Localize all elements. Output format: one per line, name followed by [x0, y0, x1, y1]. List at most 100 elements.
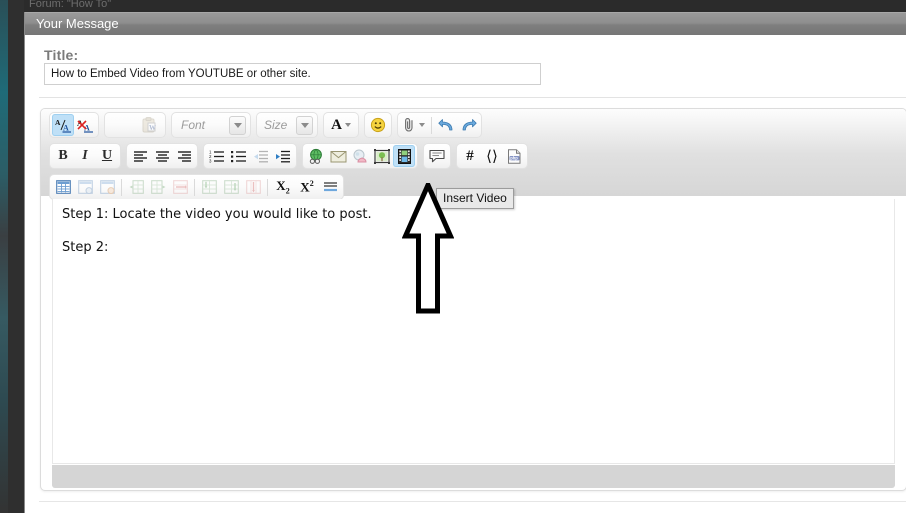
toolbar-group-insert-media — [302, 143, 418, 169]
outdent-glyph — [254, 150, 268, 162]
toolbar-group-code: # ⟨⟩ php — [456, 143, 528, 169]
remove-format-icon[interactable]: A A — [74, 114, 96, 136]
col-left-glyph — [129, 180, 144, 194]
film-strip-glyph — [397, 148, 411, 164]
title-input[interactable] — [44, 63, 541, 85]
panel-title: Your Message — [36, 16, 119, 31]
insert-link-icon[interactable] — [305, 145, 327, 167]
breadcrumb: Forum: "How To" — [29, 0, 112, 10]
superscript-icon[interactable]: X2 — [295, 176, 319, 198]
italic-icon[interactable]: I — [74, 145, 96, 167]
insert-column-right-icon[interactable] — [147, 176, 169, 198]
align-left-glyph — [133, 150, 147, 162]
globe-link-glyph — [309, 148, 322, 164]
editor-toolbar: A A A A — [41, 109, 906, 200]
toolbar-group-table: X2 X2 — [49, 174, 344, 200]
toolbar-group-lists: 123 — [203, 143, 297, 169]
size-dropdown[interactable]: Size — [259, 113, 315, 137]
font-dropdown-label: Font — [181, 118, 206, 132]
align-center-glyph — [155, 150, 169, 162]
svg-text:W: W — [149, 124, 156, 132]
toolbar-group-size: Size — [256, 112, 318, 138]
underline-icon[interactable]: U — [96, 145, 118, 167]
toolbar-group-font: Font — [171, 112, 251, 138]
svg-text:3: 3 — [209, 158, 212, 162]
table-properties-icon[interactable] — [74, 176, 96, 198]
insert-hash-icon[interactable]: # — [459, 145, 481, 167]
indent-icon[interactable] — [272, 145, 294, 167]
row-delete-glyph — [245, 180, 261, 194]
spellcheck-icon[interactable]: A A — [52, 114, 74, 136]
size-dropdown-label: Size — [264, 118, 288, 132]
table-delete-glyph — [99, 180, 115, 194]
horizontal-rule-icon[interactable] — [319, 176, 341, 198]
speech-bubble-glyph — [429, 149, 445, 163]
unordered-list-icon[interactable] — [228, 145, 250, 167]
subscript-icon[interactable]: X2 — [271, 176, 295, 198]
browser-edge-teal-strip — [0, 0, 8, 513]
col-right-glyph — [150, 180, 165, 194]
svg-text:A: A — [55, 118, 61, 127]
bold-icon[interactable]: B — [52, 145, 74, 167]
delete-table-icon[interactable] — [96, 176, 118, 198]
smiley-glyph — [370, 117, 386, 133]
toolbar-group-paste: W — [104, 112, 166, 138]
align-right-glyph — [177, 150, 191, 162]
table-props-glyph — [77, 180, 93, 194]
chevron-down-icon[interactable] — [229, 115, 246, 135]
align-right-icon[interactable] — [173, 145, 195, 167]
rich-text-editor-panel: A A A A — [40, 108, 906, 491]
toolbar-group-biu: B I U — [49, 143, 121, 169]
paperclip-glyph — [405, 118, 413, 132]
emoticon-icon[interactable] — [367, 114, 389, 136]
remove-format-glyph: A A — [77, 119, 93, 133]
paste-word-glyph: W — [142, 117, 156, 133]
text-color-icon[interactable]: A — [326, 114, 356, 136]
redo-icon[interactable] — [457, 114, 479, 136]
envelope-glyph — [330, 150, 346, 162]
browser-edge-dark-strip — [8, 0, 24, 513]
undo-icon[interactable] — [435, 114, 457, 136]
insert-code-icon[interactable]: ⟨⟩ — [481, 145, 503, 167]
insert-table-icon[interactable] — [52, 176, 74, 198]
attachment-icon[interactable] — [400, 114, 428, 136]
forum-bar: Forum: "How To" — [24, 0, 906, 12]
toolbar-group-quote — [423, 143, 451, 169]
php-file-glyph: php — [507, 148, 520, 164]
delete-row-icon[interactable] — [242, 176, 264, 198]
insert-row-above-icon[interactable] — [198, 176, 220, 198]
toolbar-row-2: B I U 1 2 3 # ⟨⟩ php — [49, 143, 528, 170]
outdent-icon[interactable] — [250, 145, 272, 167]
undo-arrow-glyph — [437, 118, 452, 130]
editor-status-bar — [52, 465, 895, 488]
font-dropdown[interactable]: Font — [174, 113, 248, 137]
toolbar-group-spellcheck: A A A A — [49, 112, 99, 138]
ordered-list-icon[interactable]: 123 — [206, 145, 228, 167]
broken-image-icon[interactable] — [349, 145, 371, 167]
insert-email-icon[interactable] — [327, 145, 349, 167]
chevron-down-icon[interactable] — [296, 115, 313, 135]
spellcheck-glyph: A A — [55, 118, 71, 133]
insert-quote-icon[interactable] — [426, 145, 448, 167]
insert-column-left-icon[interactable] — [125, 176, 147, 198]
your-message-header: Your Message — [25, 12, 906, 35]
insert-php-icon[interactable]: php — [503, 145, 525, 167]
indent-glyph — [276, 150, 290, 162]
redo-arrow-glyph — [462, 118, 477, 130]
hr-glyph — [323, 182, 337, 192]
row-below-glyph — [223, 180, 239, 194]
delete-column-icon[interactable] — [169, 176, 191, 198]
tooltip-insert-video: Insert Video — [436, 188, 514, 209]
app-root: Forum: "How To" Your Message Title: A A — [0, 0, 906, 513]
title-label: Title: — [44, 47, 79, 63]
insert-row-below-icon[interactable] — [220, 176, 242, 198]
editor-content-area[interactable]: Step 1: Locate the video you would like … — [52, 199, 895, 464]
insert-video-icon[interactable] — [393, 145, 415, 167]
divider-bottom — [39, 501, 906, 502]
divider-top — [39, 97, 906, 98]
row-above-glyph — [201, 180, 217, 194]
insert-image-icon[interactable] — [371, 145, 393, 167]
align-center-icon[interactable] — [151, 145, 173, 167]
align-left-icon[interactable] — [129, 145, 151, 167]
paste-from-word-icon[interactable]: W — [138, 114, 160, 136]
